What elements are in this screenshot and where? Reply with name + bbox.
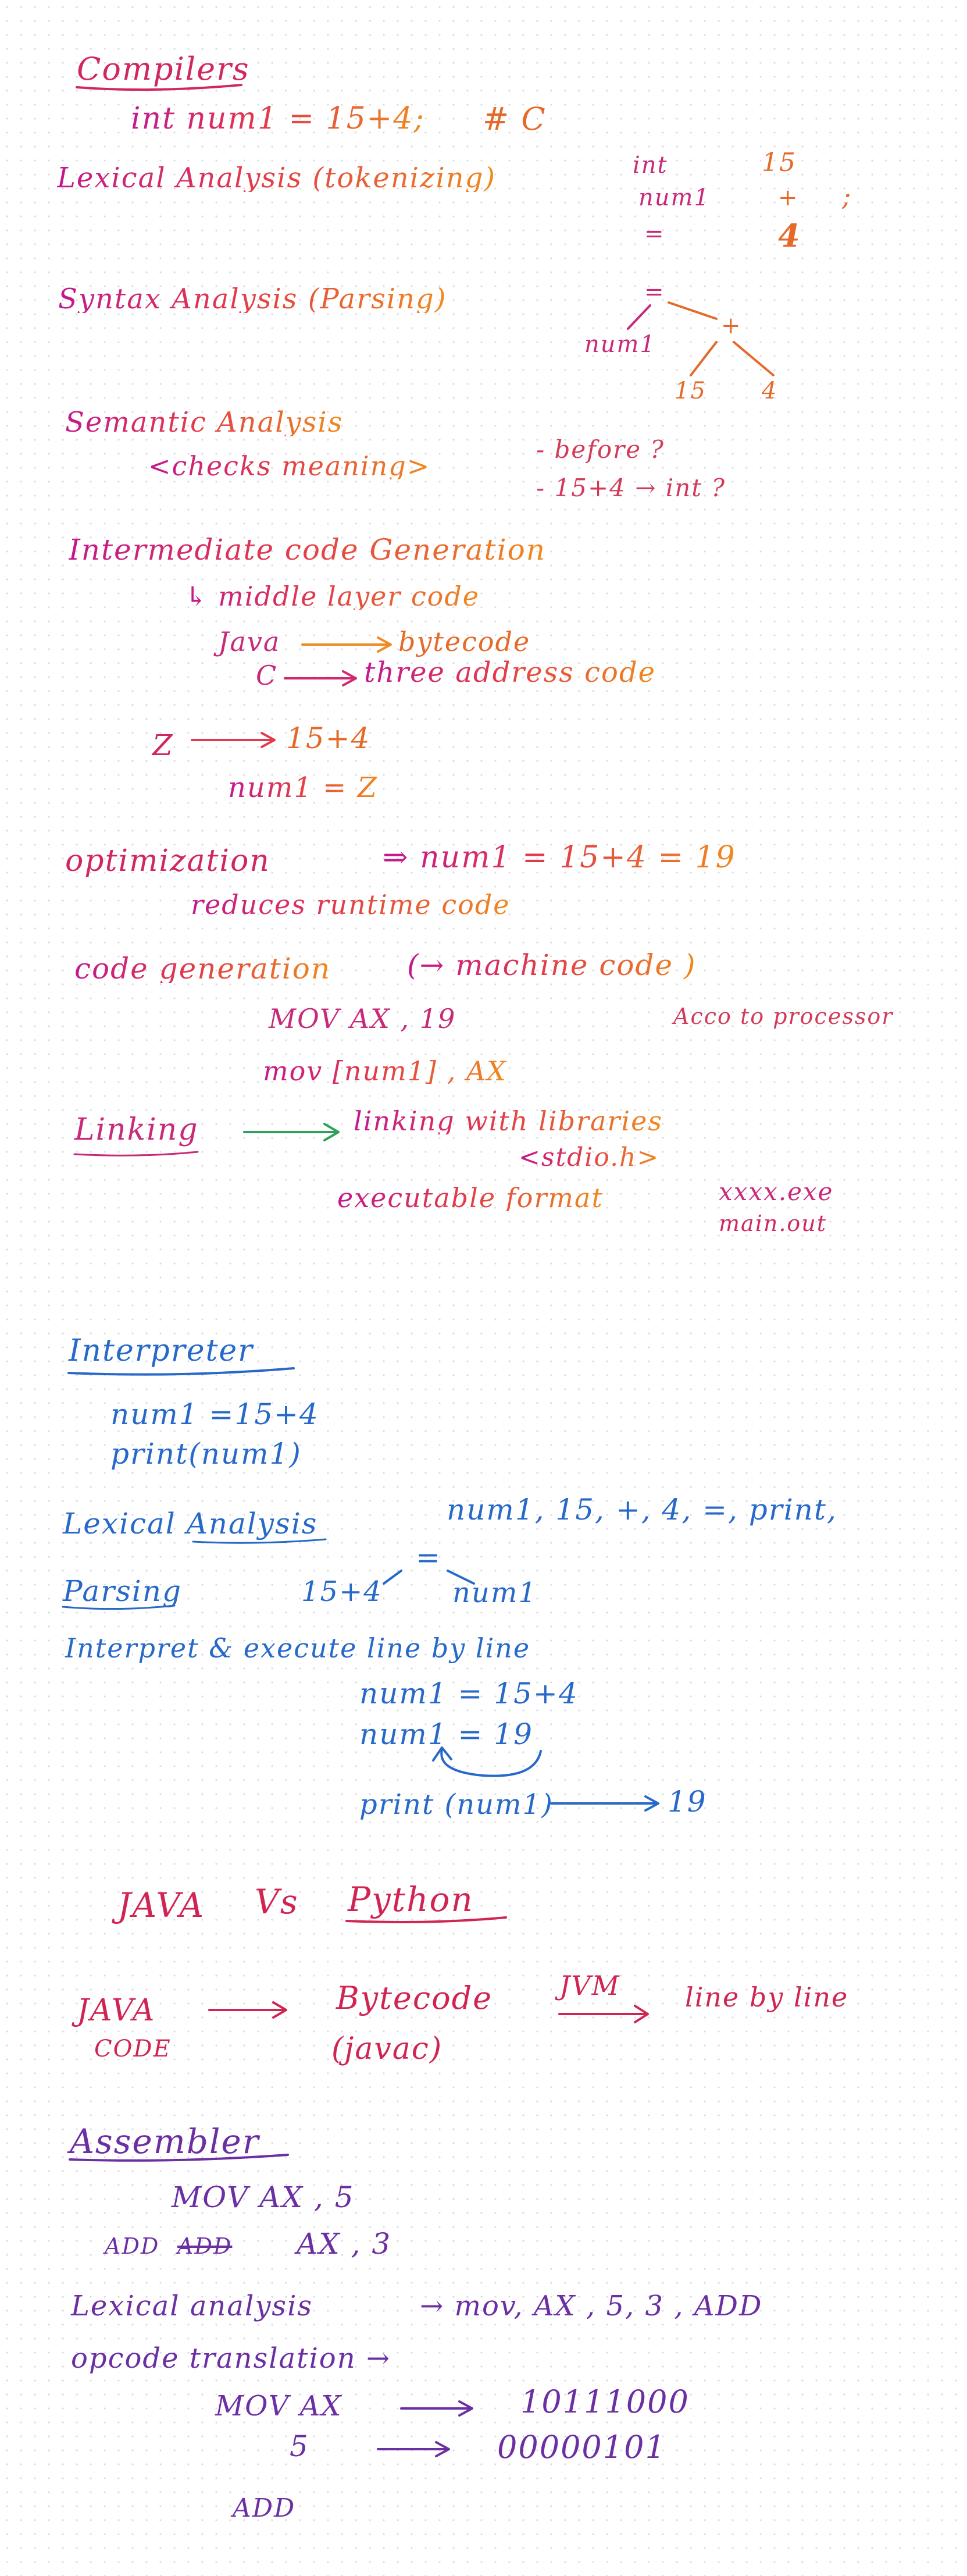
tree-line-left bbox=[627, 304, 651, 330]
lexical-underline bbox=[192, 1538, 327, 1544]
tree-line-15 bbox=[690, 341, 718, 376]
parsing-underline bbox=[62, 1604, 176, 1610]
title-underline bbox=[76, 84, 242, 91]
python-underline bbox=[345, 1916, 507, 1923]
assembler-underline bbox=[69, 2154, 289, 2162]
loop-arrow bbox=[440, 1749, 542, 1777]
ink-strokes bbox=[62, 84, 775, 2457]
parse-line-left bbox=[383, 1570, 402, 1585]
tree-line-4 bbox=[733, 341, 775, 376]
linking-underline bbox=[73, 1151, 199, 1157]
tree-line-right bbox=[668, 301, 718, 320]
interpreter-underline bbox=[67, 1367, 295, 1376]
parse-line-right bbox=[447, 1570, 475, 1585]
